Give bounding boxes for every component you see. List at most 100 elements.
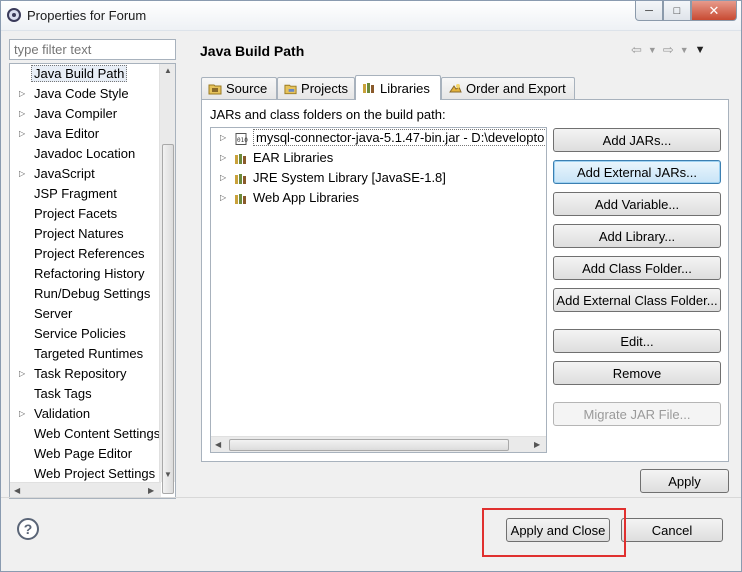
- tab-source-label: Source: [226, 81, 268, 96]
- sidebar-item[interactable]: ▷ Java Compiler: [10, 104, 160, 124]
- sidebar-item-label: Web Project Settings: [34, 466, 156, 481]
- add-class-folder-button[interactable]: Add Class Folder...: [553, 256, 721, 280]
- tab-projects[interactable]: Projects: [277, 77, 355, 99]
- sidebar-item[interactable]: ▷ Java Editor: [10, 124, 160, 144]
- build-path-entry[interactable]: ▷ Web App Libraries: [211, 188, 546, 208]
- add-external-class-folder-button[interactable]: Add External Class Folder...: [553, 288, 721, 312]
- minimize-button[interactable]: ─: [635, 1, 663, 21]
- tab-order-export[interactable]: Order and Export: [441, 77, 575, 99]
- property-page-list: Java Build Path ▷ Java Code Style ▷ Java Com…: [10, 64, 160, 484]
- sidebar-vertical-scrollbar[interactable]: ▲ ▼: [159, 64, 175, 494]
- library-icon: [235, 173, 246, 184]
- tree-horizontal-scrollbar[interactable]: ◀ ▶: [211, 436, 546, 452]
- properties-dialog: Properties for Forum ─ □ ✕ Java Build Pa…: [0, 0, 742, 572]
- maximize-button[interactable]: □: [663, 1, 691, 21]
- expand-chevron-icon[interactable]: ▷: [19, 84, 25, 104]
- sidebar-item[interactable]: Project References: [10, 244, 160, 264]
- build-path-entry-label: mysql-connector-java-5.1.47-bin.jar - D:…: [253, 129, 546, 146]
- scroll-left-icon[interactable]: ◀: [215, 440, 221, 449]
- sidebar-item-label: Java Compiler: [34, 106, 118, 121]
- sidebar-item[interactable]: Targeted Runtimes: [10, 344, 160, 364]
- forward-menu-icon[interactable]: ▼: [680, 45, 689, 58]
- sidebar-item[interactable]: Server: [10, 304, 160, 324]
- expand-chevron-icon[interactable]: ▷: [220, 148, 226, 168]
- jar-icon: 010: [235, 132, 248, 145]
- tab-source[interactable]: Source: [201, 77, 277, 99]
- expand-chevron-icon[interactable]: ▷: [19, 124, 25, 144]
- forward-arrow-icon[interactable]: ⇨: [663, 42, 674, 58]
- edit-button[interactable]: Edit...: [553, 329, 721, 353]
- sidebar-item-label: Web Page Editor: [34, 446, 133, 461]
- sidebar-item-label: Task Tags: [34, 386, 92, 401]
- window-controls: ─ □ ✕: [635, 1, 737, 21]
- add-jars-button[interactable]: Add JARs...: [553, 128, 721, 152]
- sidebar-item-label: Project Natures: [34, 226, 124, 241]
- sidebar-item[interactable]: Project Facets: [10, 204, 160, 224]
- apply-and-close-button[interactable]: Apply and Close: [506, 518, 610, 542]
- sidebar-item-label: Project Facets: [34, 206, 118, 221]
- sidebar-item[interactable]: Service Policies: [10, 324, 160, 344]
- scrollbar-thumb[interactable]: [229, 439, 509, 451]
- build-path-entry[interactable]: ▷ JRE System Library [JavaSE-1.8]: [211, 168, 546, 188]
- help-icon[interactable]: ?: [17, 518, 39, 540]
- add-library-button[interactable]: Add Library...: [553, 224, 721, 248]
- window-title: Properties for Forum: [27, 8, 147, 23]
- eclipse-icon: [7, 8, 21, 22]
- expand-chevron-icon[interactable]: ▷: [19, 404, 25, 424]
- remove-button[interactable]: Remove: [553, 361, 721, 385]
- build-path-entry-label: Web App Libraries: [253, 190, 359, 205]
- expand-chevron-icon[interactable]: ▷: [220, 188, 226, 208]
- sidebar-item[interactable]: ▷ Task Repository: [10, 364, 160, 384]
- sidebar-item-label: Javadoc Location: [34, 146, 136, 161]
- sidebar-item[interactable]: Java Build Path: [10, 64, 160, 84]
- expand-chevron-icon[interactable]: ▷: [19, 164, 25, 184]
- sidebar-item[interactable]: ▷ JavaScript: [10, 164, 160, 184]
- sidebar-item[interactable]: Run/Debug Settings: [10, 284, 160, 304]
- sidebar-item-label: Service Policies: [34, 326, 126, 341]
- scroll-down-icon[interactable]: ▼: [164, 470, 172, 479]
- expand-chevron-icon[interactable]: ▷: [220, 128, 226, 148]
- back-menu-icon[interactable]: ▼: [648, 45, 657, 58]
- sidebar-item[interactable]: Web Content Settings: [10, 424, 160, 444]
- migrate-jar-button[interactable]: Migrate JAR File...: [553, 402, 721, 426]
- sidebar-item[interactable]: ▷ Validation: [10, 404, 160, 424]
- sidebar-item[interactable]: JSP Fragment: [10, 184, 160, 204]
- apply-button[interactable]: Apply: [640, 469, 729, 493]
- expand-chevron-icon[interactable]: ▷: [19, 364, 25, 384]
- sidebar-item[interactable]: Web Page Editor: [10, 444, 160, 464]
- sidebar-item-label: Server: [34, 306, 73, 321]
- close-button[interactable]: ✕: [691, 1, 737, 21]
- add-variable-button[interactable]: Add Variable...: [553, 192, 721, 216]
- sidebar-horizontal-scrollbar[interactable]: ◀ ▶: [10, 482, 161, 498]
- view-menu-icon[interactable]: ▼: [695, 44, 706, 58]
- scroll-up-icon[interactable]: ▲: [164, 66, 172, 75]
- sidebar-item-label: Targeted Runtimes: [34, 346, 144, 361]
- cancel-button[interactable]: Cancel: [621, 518, 723, 542]
- scroll-right-icon[interactable]: ▶: [534, 440, 540, 449]
- tab-projects-label: Projects: [301, 81, 348, 96]
- build-path-entry[interactable]: ▷ EAR Libraries: [211, 148, 546, 168]
- sidebar-item[interactable]: Web Project Settings: [10, 464, 160, 484]
- build-path-entry-label: EAR Libraries: [253, 150, 334, 165]
- scroll-left-icon[interactable]: ◀: [14, 486, 20, 495]
- sidebar-item[interactable]: ▷ Java Code Style: [10, 84, 160, 104]
- sidebar-item[interactable]: Project Natures: [10, 224, 160, 244]
- expand-chevron-icon[interactable]: ▷: [19, 104, 25, 124]
- tab-libraries[interactable]: Libraries: [355, 75, 441, 100]
- svg-text:010: 010: [237, 137, 248, 144]
- add-external-jars-button[interactable]: Add External JARs...: [553, 160, 721, 184]
- scroll-right-icon[interactable]: ▶: [148, 486, 154, 495]
- filter-input[interactable]: [9, 39, 176, 60]
- back-arrow-icon[interactable]: ⇦: [631, 42, 642, 58]
- sidebar-item[interactable]: Task Tags: [10, 384, 160, 404]
- sidebar-item-label: JavaScript: [34, 166, 95, 181]
- sidebar-item[interactable]: Refactoring History: [10, 264, 160, 284]
- sidebar-item-label: Run/Debug Settings: [34, 286, 151, 301]
- sidebar-item-label: Web Content Settings: [34, 426, 161, 441]
- build-path-entry[interactable]: ▷ 010 mysql-connector-java-5.1.47-bin.jar …: [211, 128, 546, 148]
- libraries-tab-content: JARs and class folders on the build path…: [201, 99, 729, 462]
- expand-chevron-icon[interactable]: ▷: [220, 168, 226, 188]
- library-icon: [235, 193, 246, 204]
- sidebar-item[interactable]: Javadoc Location: [10, 144, 160, 164]
- scrollbar-thumb[interactable]: [162, 144, 174, 494]
